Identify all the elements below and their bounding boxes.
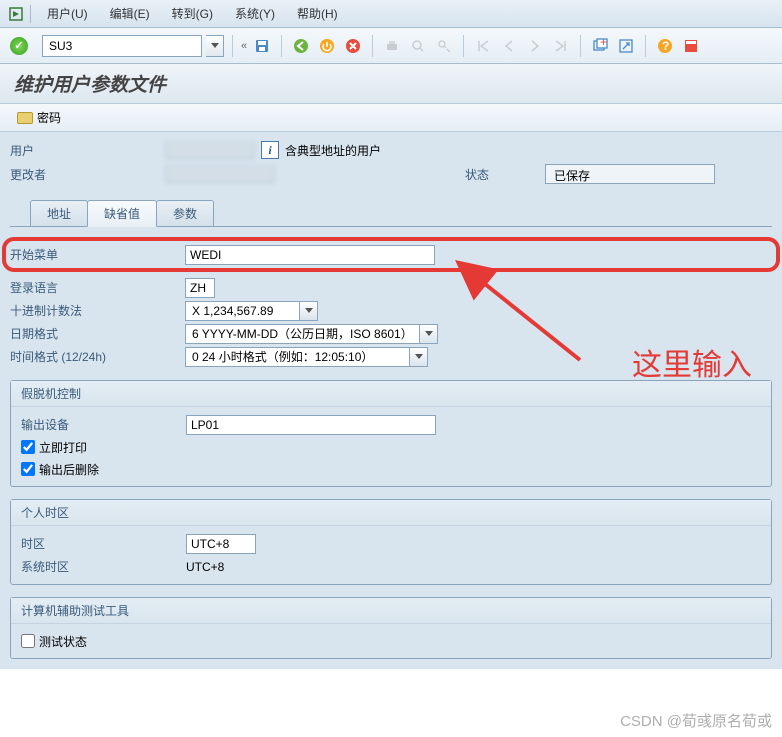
- layout-icon[interactable]: [680, 35, 702, 57]
- menu-goto[interactable]: 转到(G): [162, 1, 223, 26]
- status-label: 状态: [465, 166, 545, 183]
- tab-parameters[interactable]: 参数: [156, 200, 214, 226]
- menu-toggle-icon[interactable]: [8, 6, 24, 22]
- exit-icon[interactable]: [316, 35, 338, 57]
- tab-address[interactable]: 地址: [30, 200, 88, 226]
- time-format-select[interactable]: 0 24 小时格式（例如：12:05:10）: [185, 347, 428, 367]
- chevron-down-icon[interactable]: [300, 301, 318, 321]
- sys-tz-label: 系统时区: [21, 558, 186, 575]
- find-next-icon: [433, 35, 455, 57]
- shortcut-icon[interactable]: [615, 35, 637, 57]
- page-title: 维护用户参数文件: [14, 75, 166, 96]
- test-status-checkbox[interactable]: [21, 634, 35, 648]
- header-form: 用户 i 含典型地址的用户 更改者 状态 已保存: [0, 132, 782, 192]
- print-now-checkbox[interactable]: [21, 440, 35, 454]
- decimal-select[interactable]: X 1,234,567.89: [185, 301, 318, 321]
- user-label: 用户: [10, 142, 165, 159]
- svg-text:+: +: [600, 38, 607, 49]
- menu-help[interactable]: 帮助(H): [287, 1, 348, 26]
- password-button[interactable]: 密码: [10, 106, 68, 129]
- key-icon: [17, 112, 33, 124]
- menu-edit[interactable]: 编辑(E): [100, 1, 160, 26]
- date-format-value: 6 YYYY-MM-DD（公历日期，ISO 8601）: [185, 324, 420, 344]
- date-format-label: 日期格式: [10, 325, 185, 342]
- info-icon[interactable]: i: [261, 141, 279, 159]
- changed-by-obscured: [165, 165, 275, 183]
- find-icon: [407, 35, 429, 57]
- last-page-icon: [550, 35, 572, 57]
- start-menu-label: 开始菜单: [10, 246, 185, 263]
- timezone-group: 个人时区 时区 系统时区 UTC+8: [10, 499, 772, 585]
- chevron-left-icon: «: [241, 40, 247, 52]
- print-now-label: 立即打印: [39, 439, 87, 456]
- changed-by-label: 更改者: [10, 166, 165, 183]
- decimal-label: 十进制计数法: [10, 302, 185, 319]
- print-icon: [381, 35, 403, 57]
- next-page-icon: [524, 35, 546, 57]
- user-value-obscured: [165, 141, 255, 159]
- catt-group: 计算机辅助测试工具 测试状态: [10, 597, 772, 659]
- delete-after-checkbox[interactable]: [21, 462, 35, 476]
- sys-tz-value: UTC+8: [186, 560, 224, 574]
- save-icon[interactable]: [251, 35, 273, 57]
- password-label: 密码: [37, 109, 61, 126]
- menu-bar: 用户(U) 编辑(E) 转到(G) 系统(Y) 帮助(H): [0, 0, 782, 28]
- spool-group: 假脱机控制 输出设备 立即打印 输出后删除: [10, 380, 772, 487]
- start-menu-input[interactable]: [185, 245, 435, 265]
- tz-label: 时区: [21, 535, 186, 552]
- svg-text:?: ?: [662, 39, 669, 53]
- help-icon[interactable]: ?: [654, 35, 676, 57]
- tab-strip: 地址 缺省值 参数: [0, 192, 782, 227]
- tab-content-defaults: 开始菜单 登录语言 十进制计数法 X 1,234,567.89 日期格式 6 Y…: [0, 227, 782, 669]
- logon-lang-label: 登录语言: [10, 279, 185, 296]
- output-device-input[interactable]: [186, 415, 436, 435]
- date-format-select[interactable]: 6 YYYY-MM-DD（公历日期，ISO 8601）: [185, 324, 438, 344]
- chevron-down-icon[interactable]: [420, 324, 438, 344]
- decimal-value: X 1,234,567.89: [185, 301, 300, 321]
- annotation-text: 这里输入: [632, 340, 752, 384]
- test-status-label: 测试状态: [39, 633, 87, 650]
- user-description: 含典型地址的用户: [285, 142, 381, 159]
- menu-user[interactable]: 用户(U): [37, 1, 98, 26]
- prev-page-icon: [498, 35, 520, 57]
- command-field[interactable]: [42, 35, 202, 57]
- logon-lang-input[interactable]: [185, 278, 215, 298]
- main-toolbar: ✓ « + ?: [0, 28, 782, 64]
- enter-icon[interactable]: ✓: [10, 37, 28, 55]
- menu-divider: [30, 5, 31, 23]
- first-page-icon: [472, 35, 494, 57]
- command-dropdown[interactable]: [206, 35, 224, 57]
- tab-defaults[interactable]: 缺省值: [87, 200, 157, 227]
- back-icon[interactable]: [290, 35, 312, 57]
- watermark: CSDN @荀彧原名荀或: [620, 710, 772, 731]
- menu-system[interactable]: 系统(Y): [225, 1, 285, 26]
- time-format-label: 时间格式 (12/24h): [10, 348, 185, 365]
- annotation-arrow: [470, 270, 590, 373]
- highlight-box: 开始菜单: [2, 237, 780, 272]
- output-device-label: 输出设备: [21, 416, 186, 433]
- app-toolbar: 密码: [0, 104, 782, 132]
- time-format-value: 0 24 小时格式（例如：12:05:10）: [185, 347, 410, 367]
- spool-title: 假脱机控制: [11, 381, 771, 407]
- new-session-icon[interactable]: +: [589, 35, 611, 57]
- timezone-title: 个人时区: [11, 500, 771, 526]
- title-bar: 维护用户参数文件: [0, 64, 782, 104]
- cancel-icon[interactable]: [342, 35, 364, 57]
- tz-input[interactable]: [186, 534, 256, 554]
- chevron-down-icon[interactable]: [410, 347, 428, 367]
- delete-after-label: 输出后删除: [39, 461, 99, 478]
- status-value: 已保存: [545, 164, 715, 184]
- catt-title: 计算机辅助测试工具: [11, 598, 771, 624]
